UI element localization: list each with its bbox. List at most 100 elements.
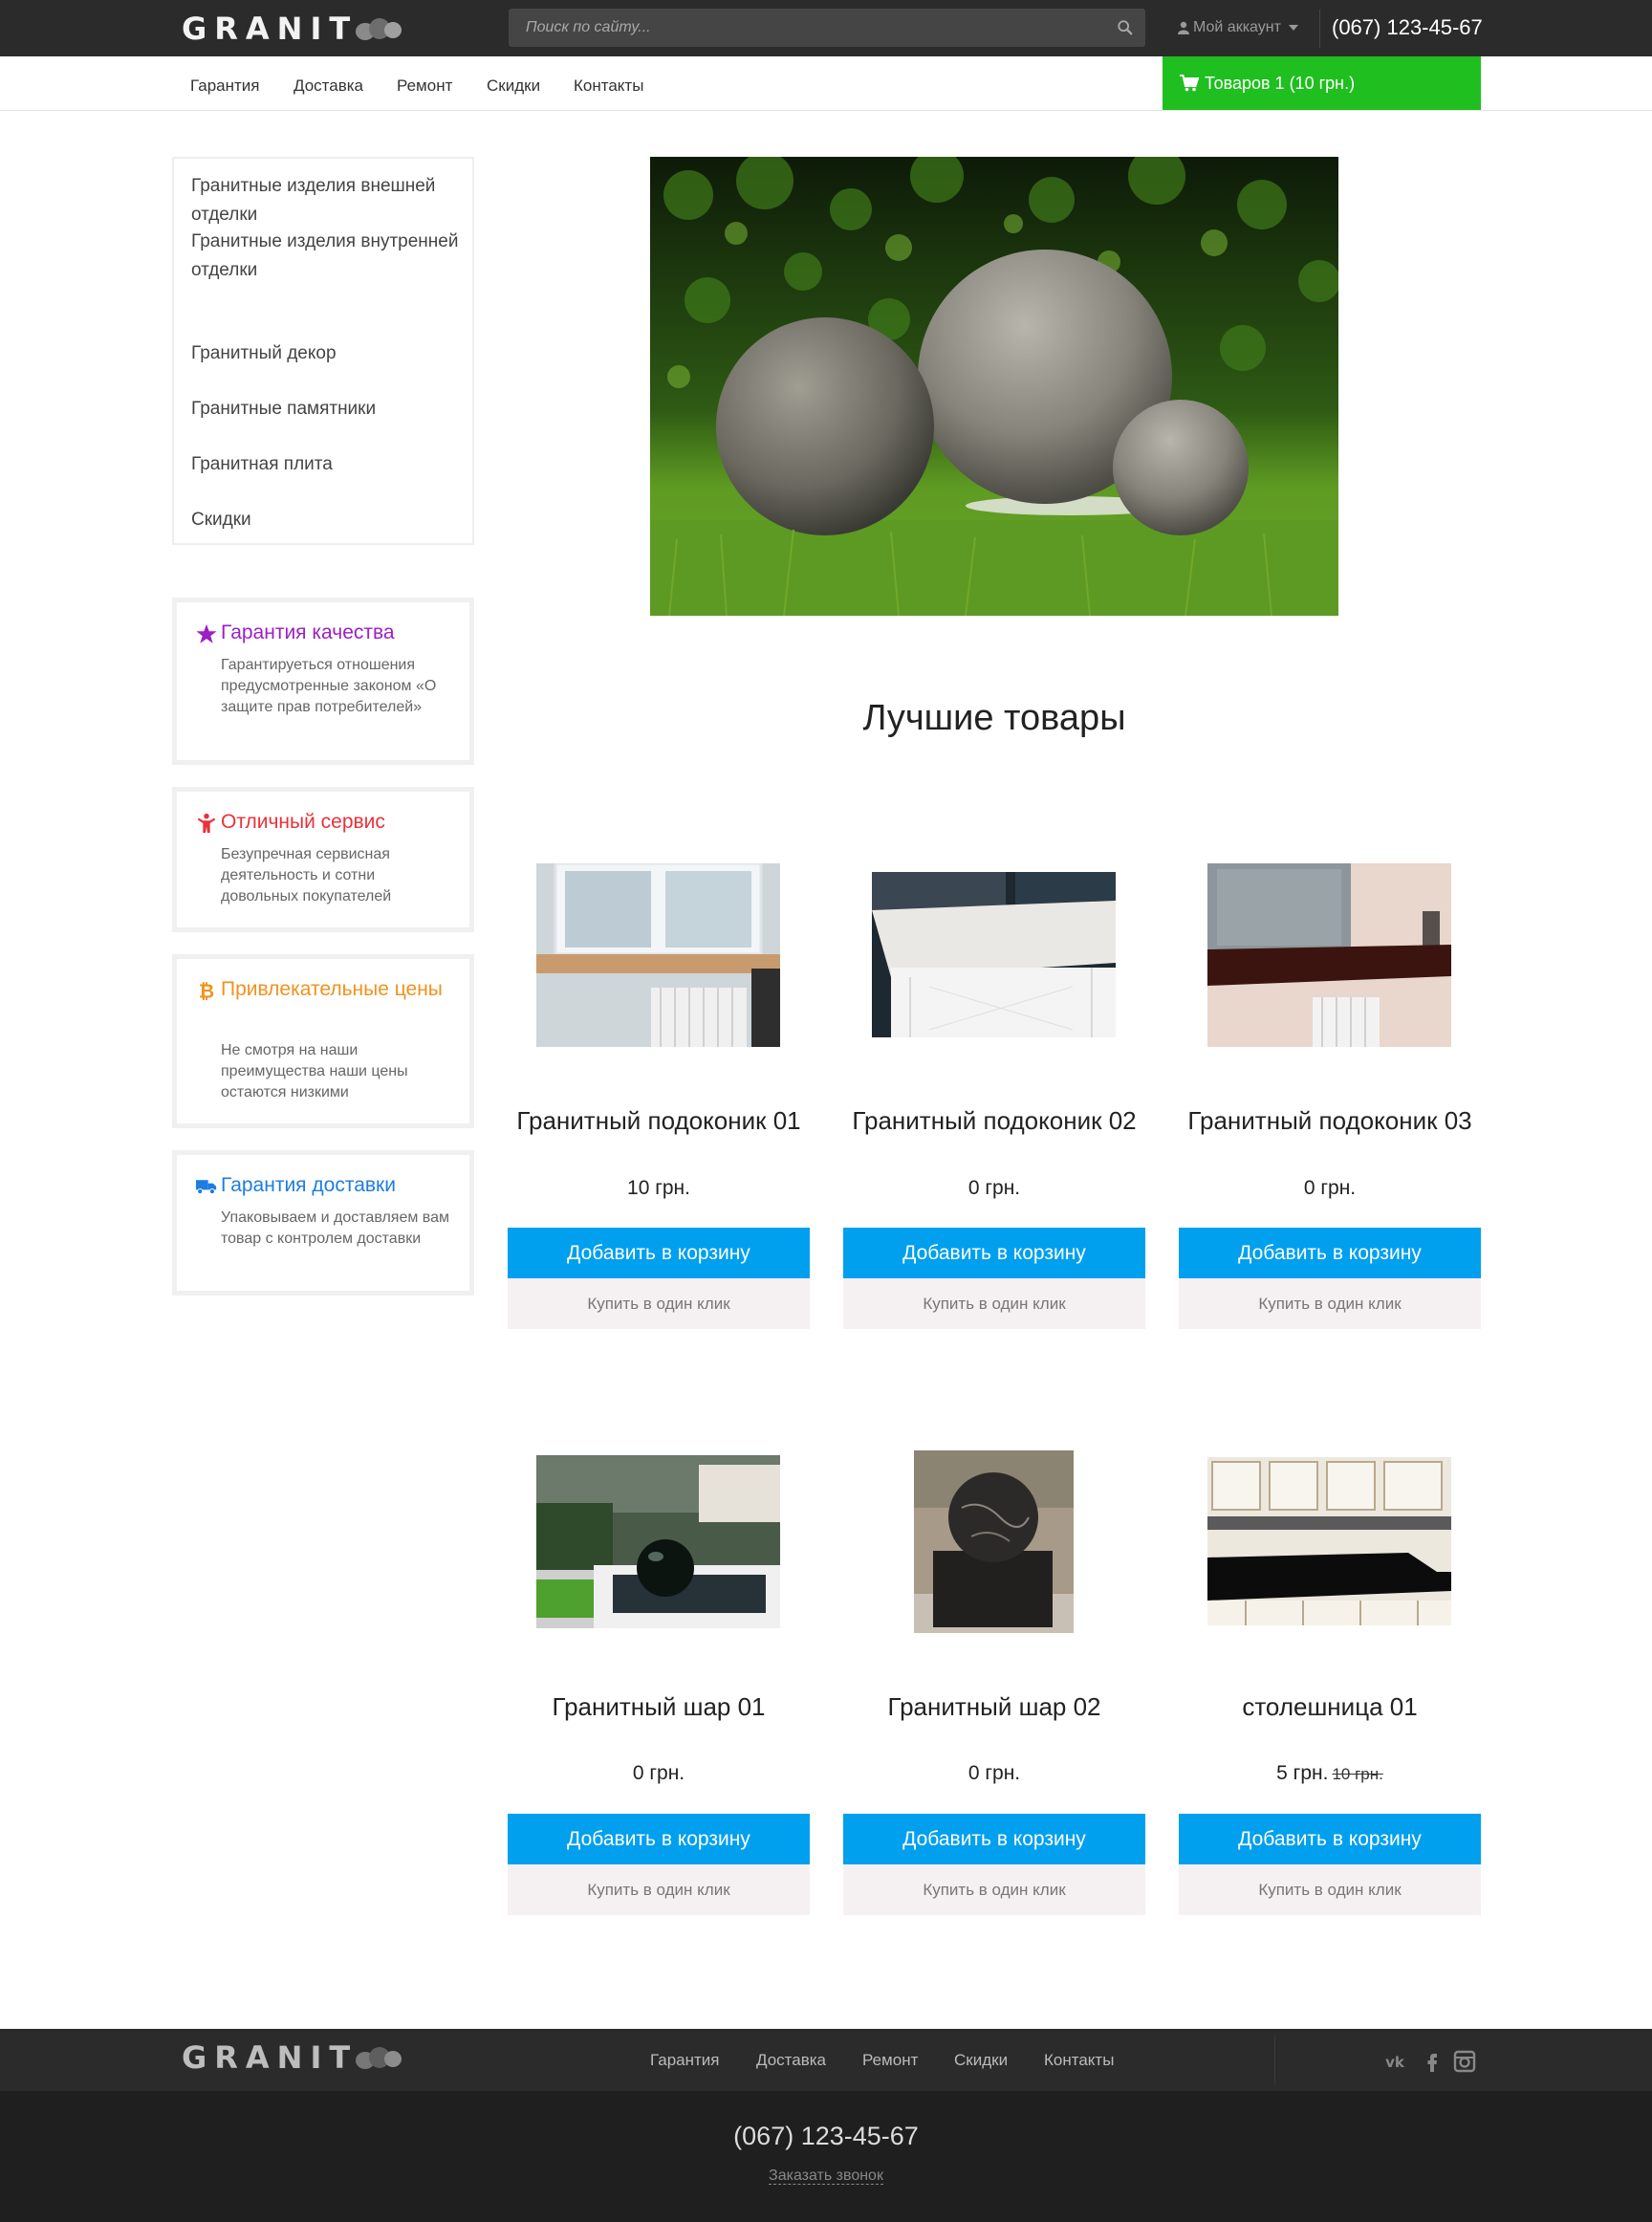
buy-one-click-button[interactable]: Купить в один клик — [508, 1864, 810, 1915]
footer-nav-delivery[interactable]: Доставка — [756, 2051, 826, 2070]
add-to-cart-button[interactable]: Добавить в корзину — [843, 1228, 1145, 1278]
category-item-monuments[interactable]: Гранитные памятники — [191, 395, 468, 424]
logo-text: GRANIT — [182, 11, 359, 47]
divider — [1319, 10, 1320, 48]
instagram-icon[interactable] — [1453, 2050, 1476, 2073]
product-price: 0 грн. — [508, 1762, 810, 1785]
nav-item-delivery[interactable]: Доставка — [293, 76, 363, 96]
price-current: 0 грн. — [967, 1762, 1021, 1784]
category-item-exterior[interactable]: Гранитные изделия внешней отделки — [191, 172, 468, 229]
price-current: 0 грн. — [967, 1177, 1021, 1199]
product-image[interactable] — [536, 863, 780, 1047]
buy-one-click-button[interactable]: Купить в один клик — [843, 1864, 1145, 1915]
add-to-cart-button[interactable]: Добавить в корзину — [1179, 1814, 1481, 1864]
product-price: 0 грн. — [1179, 1177, 1481, 1200]
nav-item-repair[interactable]: Ремонт — [397, 76, 452, 96]
logo-stones-icon — [352, 14, 409, 43]
logo-stones-icon — [352, 2043, 409, 2072]
price-old: 10 грн. — [1332, 1765, 1383, 1783]
category-item-discounts[interactable]: Скидки — [191, 506, 468, 534]
cart-label: Товаров 1 (10 грн.) — [1205, 73, 1356, 93]
add-to-cart-button[interactable]: Добавить в корзину — [843, 1814, 1145, 1864]
footer-phone[interactable]: (067) 123-45-67 — [0, 2122, 1652, 2151]
price-current: 5 грн. — [1276, 1762, 1329, 1784]
product-name[interactable]: Гранитный шар 01 — [508, 1692, 810, 1721]
account-label: Мой аккаунт — [1193, 19, 1281, 35]
buy-one-click-button[interactable]: Купить в один клик — [843, 1278, 1145, 1329]
section-title: Лучшие товары — [862, 698, 1126, 738]
nav-item-contacts[interactable]: Контакты — [574, 76, 643, 96]
logo-text: GRANIT — [182, 2039, 359, 2076]
price-current: 10 грн. — [627, 1177, 690, 1199]
product-name[interactable]: Гранитный шар 02 — [843, 1692, 1145, 1721]
bitcoin-icon: ₿ — [199, 980, 214, 1001]
product-price: 0 грн. — [843, 1177, 1145, 1200]
search-input[interactable] — [509, 9, 1145, 47]
product-name[interactable]: Гранитный подоконик 03 — [1179, 1106, 1481, 1135]
cart-icon — [1180, 75, 1199, 92]
product-name[interactable]: столешница 01 — [1179, 1692, 1481, 1721]
product-price: 5 грн. 10 грн. — [1179, 1762, 1481, 1785]
product-image[interactable] — [872, 872, 1116, 1037]
hero-image — [650, 157, 1338, 616]
feature-service: Отличный сервис Безупречная сервисная де… — [172, 787, 474, 932]
caret-down-icon — [1288, 25, 1298, 31]
user-icon — [1178, 21, 1189, 34]
feature-text: Упаковываем и доставляем вам товар с кон… — [221, 1209, 450, 1247]
product-name[interactable]: Гранитный подоконик 02 — [843, 1106, 1145, 1135]
footer-nav-bar: GRANIT Гарантия Доставка Ремонт Скидки К… — [0, 2029, 1652, 2091]
footer-nav-warranty[interactable]: Гарантия — [650, 2051, 720, 2070]
main-navigation: Гарантия Доставка Ремонт Скидки Контакты… — [0, 56, 1652, 111]
search-icon[interactable] — [1117, 19, 1134, 36]
feature-title: Привлекательные цены — [221, 978, 443, 1000]
nav-item-warranty[interactable]: Гарантия — [190, 76, 260, 96]
account-menu[interactable]: Мой аккаунт — [1178, 19, 1298, 36]
buy-one-click-button[interactable]: Купить в один клик — [1179, 1278, 1481, 1329]
footer-nav-repair[interactable]: Ремонт — [862, 2051, 918, 2070]
product-image[interactable] — [1207, 1457, 1451, 1625]
feature-text: Безупречная сервисная деятельность и сот… — [221, 846, 392, 904]
product-price: 10 грн. — [508, 1177, 810, 1200]
feature-title: Отличный сервис — [221, 811, 385, 833]
footer-nav-discounts[interactable]: Скидки — [954, 2051, 1008, 2070]
person-icon — [197, 813, 216, 834]
product-image[interactable] — [536, 1455, 780, 1628]
svg-text:₿: ₿ — [199, 980, 214, 1001]
callback-link[interactable]: Заказать звонок — [769, 2168, 883, 2185]
price-current: 0 грн. — [632, 1762, 685, 1784]
divider — [1274, 2037, 1275, 2084]
search-box — [509, 9, 1145, 47]
feature-delivery: Гарантия доставки Упаковываем и доставля… — [172, 1150, 474, 1296]
price-current: 0 грн. — [1303, 1177, 1357, 1199]
top-bar: GRANIT Мой аккаунт (067) 123-45-67 — [0, 0, 1652, 56]
cart-button[interactable]: Товаров 1 (10 грн.) — [1163, 56, 1481, 110]
product-image[interactable] — [914, 1450, 1074, 1633]
facebook-icon[interactable] — [1421, 2050, 1444, 2073]
footer-logo[interactable]: GRANIT — [182, 2039, 409, 2076]
svg-text:vk: vk — [1385, 2054, 1405, 2071]
buy-one-click-button[interactable]: Купить в один клик — [1179, 1864, 1481, 1915]
header-phone[interactable]: (067) 123-45-67 — [1332, 15, 1483, 40]
category-item-interior[interactable]: Гранитные изделия внутренней отделки — [191, 228, 468, 285]
truck-icon — [196, 1180, 217, 1195]
footer-contact: (067) 123-45-67 Заказать звонок — [0, 2091, 1652, 2222]
callback-wrapper: Заказать звонок — [0, 2168, 1652, 2185]
product-name[interactable]: Гранитный подоконик 01 — [508, 1106, 810, 1135]
star-icon — [196, 623, 217, 643]
footer-nav-contacts[interactable]: Контакты — [1044, 2051, 1114, 2070]
feature-title: Гарантия качества — [221, 621, 395, 643]
category-item-slab[interactable]: Гранитная плита — [191, 450, 468, 479]
buy-one-click-button[interactable]: Купить в один клик — [508, 1278, 810, 1329]
category-menu: Гранитные изделия внешней отделки Гранит… — [172, 157, 474, 545]
feature-prices: ₿ Привлекательные цены Не смотря на наши… — [172, 954, 474, 1128]
vk-icon[interactable]: vk — [1383, 2050, 1406, 2073]
site-logo[interactable]: GRANIT — [182, 11, 409, 47]
add-to-cart-button[interactable]: Добавить в корзину — [1179, 1228, 1481, 1278]
feature-quality: Гарантия качества Гарантируеться отношен… — [172, 598, 474, 765]
category-item-decor[interactable]: Гранитный декор — [191, 339, 468, 368]
add-to-cart-button[interactable]: Добавить в корзину — [508, 1814, 810, 1864]
hero-banner[interactable] — [650, 157, 1338, 616]
nav-item-discounts[interactable]: Скидки — [487, 76, 540, 96]
product-image[interactable] — [1207, 863, 1451, 1047]
add-to-cart-button[interactable]: Добавить в корзину — [508, 1228, 810, 1278]
